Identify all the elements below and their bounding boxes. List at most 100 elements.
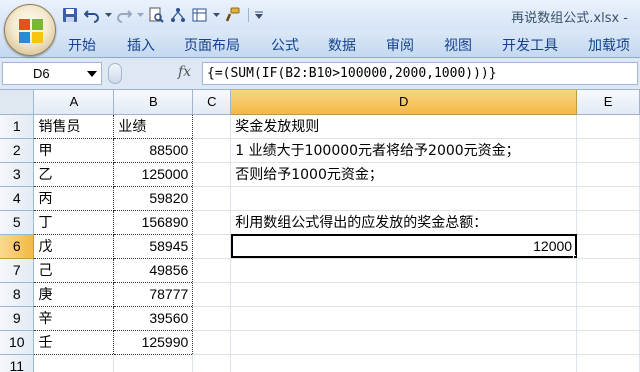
- table-icon[interactable]: [190, 6, 210, 24]
- row-header[interactable]: 7: [0, 258, 35, 283]
- row-header[interactable]: 5: [0, 210, 35, 235]
- cell-a[interactable]: 丙: [33, 186, 115, 211]
- tab-addins[interactable]: 加载项: [588, 35, 630, 55]
- row-header[interactable]: 6: [0, 234, 35, 259]
- cell-a[interactable]: 壬: [33, 330, 115, 355]
- cell-e[interactable]: [576, 306, 640, 331]
- column-header-a[interactable]: A: [33, 90, 115, 115]
- row-header[interactable]: 10: [0, 330, 35, 355]
- tab-data[interactable]: 数据: [328, 35, 356, 55]
- column-header-e[interactable]: E: [576, 90, 640, 115]
- formula-input[interactable]: {=(SUM(IF(B2:B10>100000,2000,1000)))}: [202, 62, 638, 85]
- cell-c[interactable]: [192, 282, 232, 307]
- cell-a[interactable]: 己: [33, 258, 115, 283]
- column-header-c[interactable]: C: [192, 90, 232, 115]
- redo-icon[interactable]: [114, 6, 134, 24]
- cell-e[interactable]: [576, 282, 640, 307]
- tab-home[interactable]: 开始: [68, 35, 96, 55]
- tab-developer[interactable]: 开发工具: [502, 35, 558, 55]
- sort-icon[interactable]: [168, 6, 188, 24]
- cell-a[interactable]: 辛: [33, 306, 115, 331]
- cell-d[interactable]: [230, 282, 578, 307]
- insert-function-icon[interactable]: fx: [178, 64, 191, 80]
- table-dropdown-icon[interactable]: [212, 6, 220, 24]
- row-header[interactable]: 3: [0, 162, 35, 187]
- undo-icon[interactable]: [82, 6, 102, 24]
- cell-e[interactable]: [576, 354, 640, 372]
- cell-b[interactable]: 39560: [113, 306, 194, 331]
- cell-e[interactable]: [576, 258, 640, 283]
- cell-a[interactable]: 戊: [33, 234, 115, 259]
- cell-b[interactable]: [113, 354, 194, 372]
- cell-c[interactable]: [192, 138, 232, 163]
- column-header-b[interactable]: B: [113, 90, 194, 115]
- cell-c[interactable]: [192, 354, 232, 372]
- cell-b[interactable]: 78777: [113, 282, 194, 307]
- cell-e[interactable]: [576, 114, 640, 139]
- tab-formulas[interactable]: 公式: [271, 35, 299, 55]
- cell-c[interactable]: [192, 330, 232, 355]
- row-header[interactable]: 11: [0, 354, 35, 372]
- cell-a[interactable]: 庚: [33, 282, 115, 307]
- cell-a[interactable]: 销售员: [33, 114, 115, 139]
- cell-b[interactable]: 58945: [113, 234, 194, 259]
- row-header[interactable]: 4: [0, 186, 35, 211]
- cell-a[interactable]: 乙: [33, 162, 115, 187]
- tab-view[interactable]: 视图: [444, 35, 472, 55]
- cell-d[interactable]: [230, 306, 578, 331]
- cell-d[interactable]: [230, 330, 578, 355]
- cell-d[interactable]: 否则给予1000元资金；: [230, 162, 578, 187]
- customize-toolbar-icon[interactable]: [255, 6, 263, 24]
- office-button[interactable]: [4, 4, 56, 56]
- cell-e[interactable]: [576, 162, 640, 187]
- cell-c[interactable]: [192, 258, 232, 283]
- tab-page-layout[interactable]: 页面布局: [184, 35, 240, 55]
- active-cell-d6[interactable]: 12000: [230, 234, 578, 259]
- worksheet-grid: A B C D E 1 销售员 业绩 奖金发放规则 2 甲 88500 1 业绩大于10000…: [0, 90, 640, 372]
- redo-dropdown-icon[interactable]: [136, 6, 144, 24]
- cell-c[interactable]: [192, 210, 232, 235]
- print-preview-icon[interactable]: [146, 6, 166, 24]
- cell-d[interactable]: [230, 258, 578, 283]
- formula-bar-resize-handle[interactable]: [108, 63, 122, 84]
- cell-c[interactable]: [192, 114, 232, 139]
- row-header[interactable]: 8: [0, 282, 35, 307]
- undo-dropdown-icon[interactable]: [104, 6, 112, 24]
- cell-d[interactable]: 利用数组公式得出的应发放的奖金总额：: [230, 210, 578, 235]
- cell-a[interactable]: [33, 354, 115, 372]
- cell-a[interactable]: 丁: [33, 210, 115, 235]
- column-header-d[interactable]: D: [230, 90, 578, 115]
- cell-b[interactable]: 125990: [113, 330, 194, 355]
- save-icon[interactable]: [60, 6, 80, 24]
- cell-d[interactable]: [230, 186, 578, 211]
- fill-handle[interactable]: [573, 254, 576, 257]
- cell-b[interactable]: 49856: [113, 258, 194, 283]
- cell-d[interactable]: 1 业绩大于100000元者将给予2000元资金；: [230, 138, 578, 163]
- tab-review[interactable]: 审阅: [386, 35, 414, 55]
- cell-b[interactable]: 156890: [113, 210, 194, 235]
- cell-e[interactable]: [576, 186, 640, 211]
- cell-b[interactable]: 88500: [113, 138, 194, 163]
- cell-b[interactable]: 59820: [113, 186, 194, 211]
- row-header[interactable]: 2: [0, 138, 35, 163]
- cell-c[interactable]: [192, 234, 232, 259]
- name-box[interactable]: D6: [2, 62, 102, 85]
- select-all-corner[interactable]: [0, 90, 35, 115]
- cell-b[interactable]: 业绩: [113, 114, 194, 139]
- row-header[interactable]: 1: [0, 114, 35, 139]
- cell-d[interactable]: 奖金发放规则: [230, 114, 578, 139]
- cell-e[interactable]: [576, 330, 640, 355]
- name-box-dropdown-icon[interactable]: [87, 71, 97, 77]
- cell-a[interactable]: 甲: [33, 138, 115, 163]
- cell-e[interactable]: [576, 210, 640, 235]
- format-painter-icon[interactable]: [222, 6, 242, 24]
- cell-c[interactable]: [192, 306, 232, 331]
- tab-insert[interactable]: 插入: [127, 35, 155, 55]
- cell-b[interactable]: 125000: [113, 162, 194, 187]
- cell-c[interactable]: [192, 162, 232, 187]
- cell-e[interactable]: [576, 234, 640, 259]
- cell-c[interactable]: [192, 186, 232, 211]
- cell-e[interactable]: [576, 138, 640, 163]
- row-header[interactable]: 9: [0, 306, 35, 331]
- cell-d[interactable]: [230, 354, 578, 372]
